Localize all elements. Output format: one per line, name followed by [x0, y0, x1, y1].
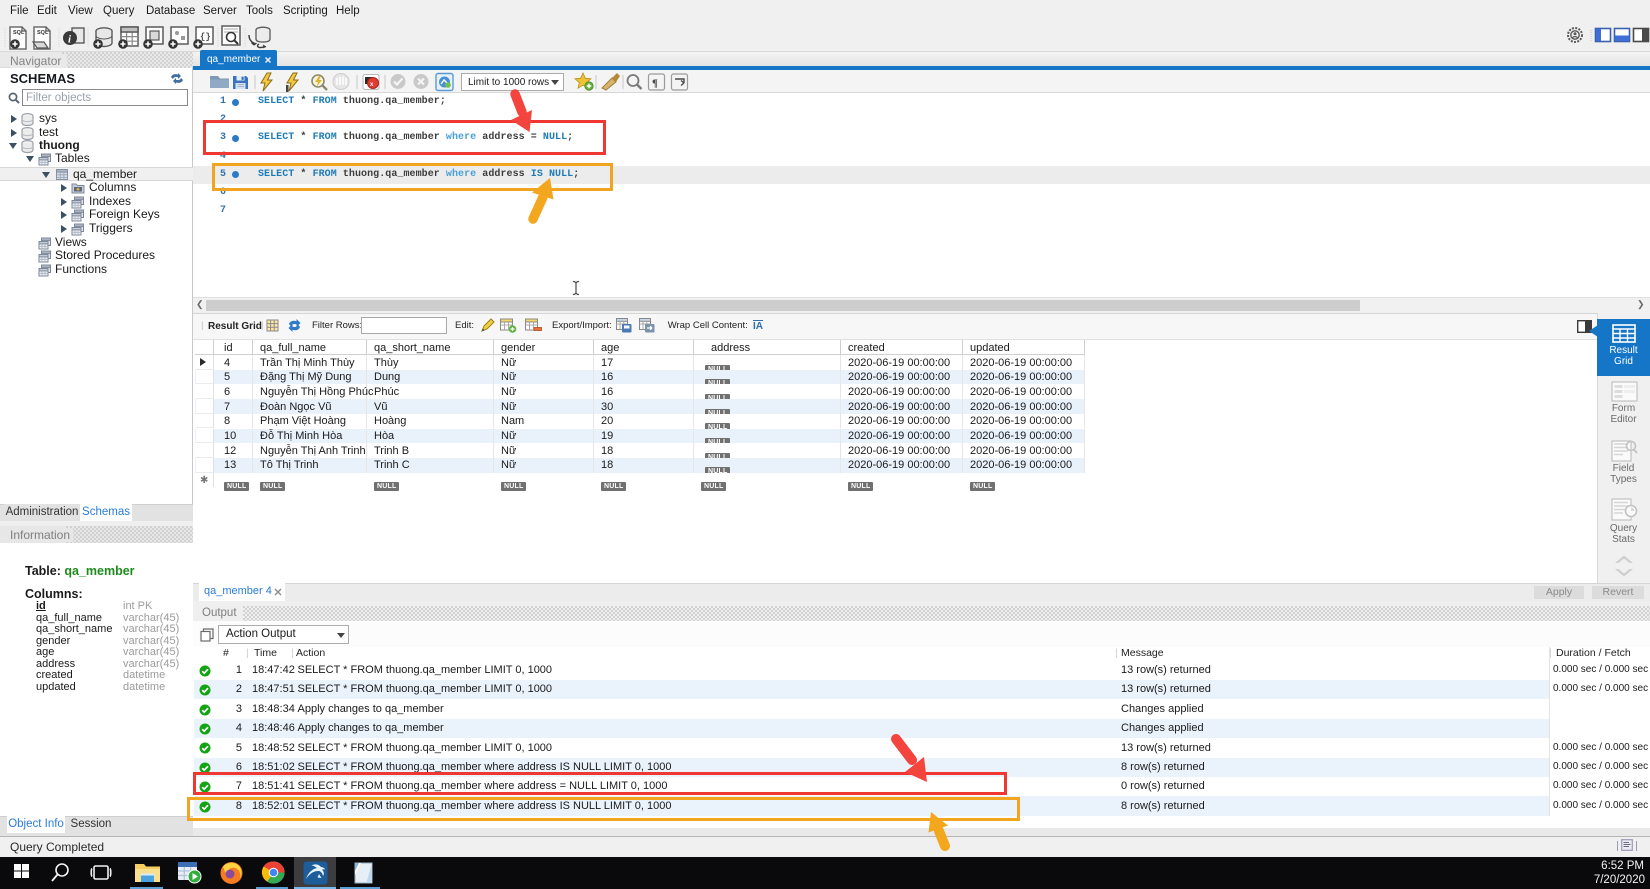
svg-text:IA: IA: [753, 321, 763, 332]
svg-text:{}: {}: [200, 32, 211, 42]
svg-text:SQL: SQL: [13, 30, 25, 36]
svg-text:SQL: SQL: [37, 30, 49, 36]
